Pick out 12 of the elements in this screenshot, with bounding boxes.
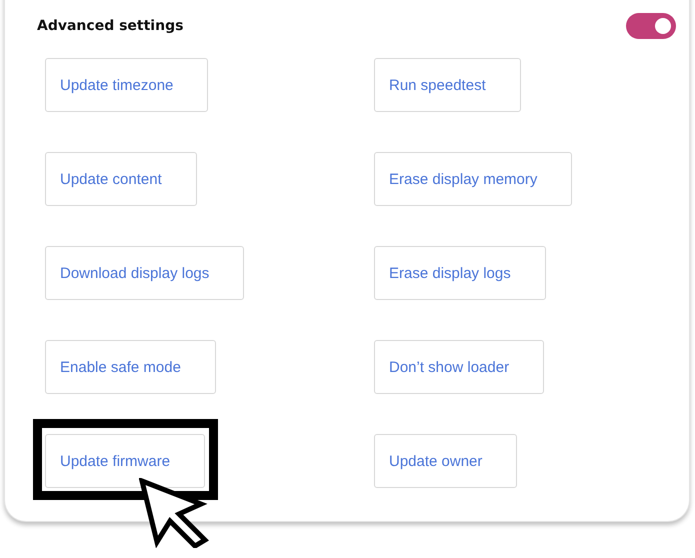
- action-button[interactable]: Download display logs: [45, 246, 244, 300]
- section-title: Advanced settings: [37, 18, 184, 34]
- action-button[interactable]: Update owner: [374, 434, 518, 488]
- action-button[interactable]: Update firmware: [45, 434, 206, 488]
- action-button[interactable]: Erase display logs: [374, 246, 546, 300]
- action-button[interactable]: Run speedtest: [374, 58, 521, 112]
- action-button[interactable]: Update timezone: [45, 58, 208, 112]
- action-button[interactable]: Don’t show loader: [374, 340, 544, 394]
- action-button[interactable]: Erase display memory: [374, 152, 572, 206]
- toggle-switch[interactable]: [626, 12, 676, 38]
- action-button[interactable]: Update content: [45, 152, 197, 206]
- action-button[interactable]: Enable safe mode: [45, 340, 216, 394]
